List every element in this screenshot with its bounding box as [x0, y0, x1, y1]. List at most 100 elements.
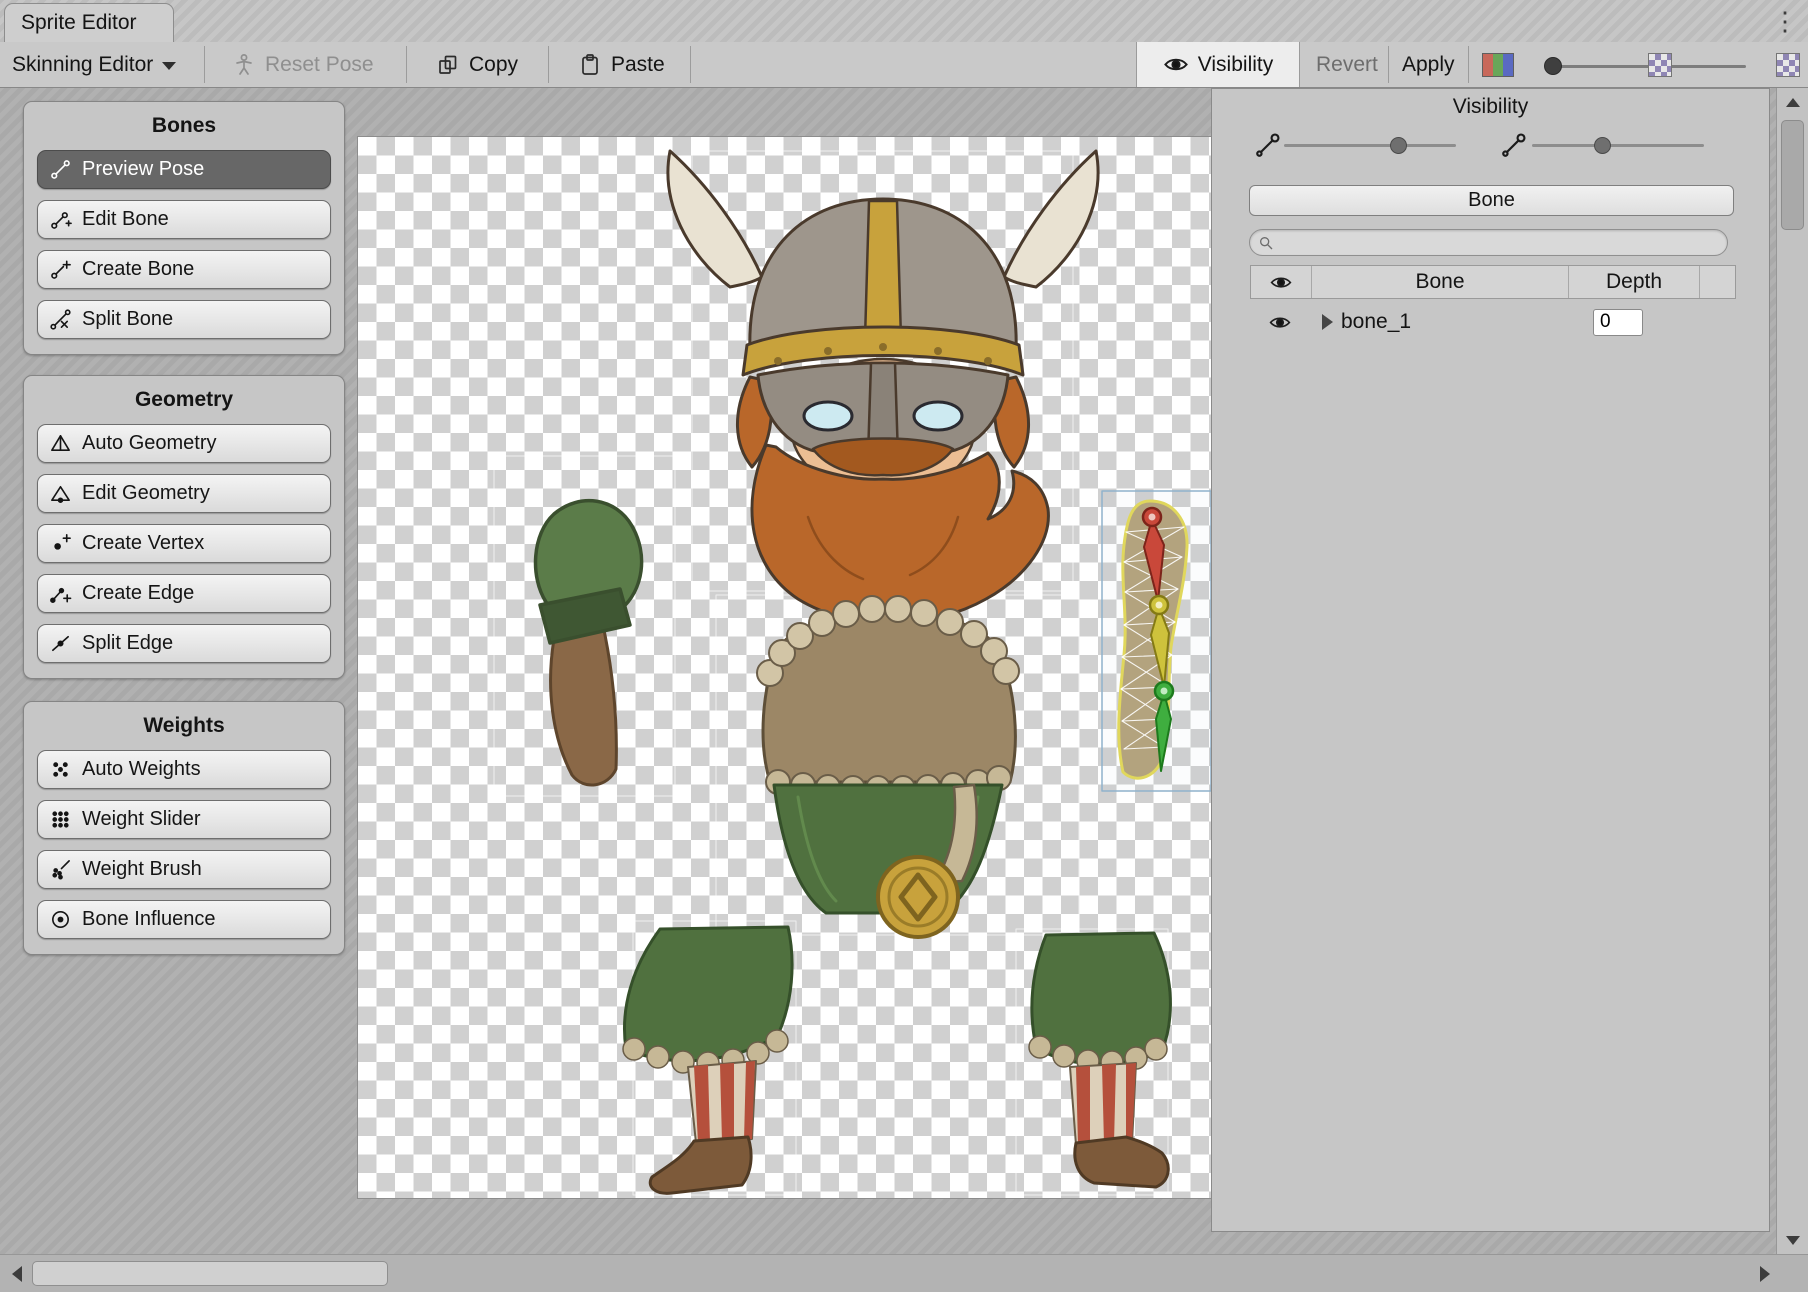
mesh-opacity-slider-knob[interactable] — [1594, 137, 1611, 154]
bone-tab-button[interactable]: Bone — [1249, 185, 1734, 216]
tool-label: Split Bone — [82, 308, 173, 331]
editor-mode-label: Skinning Editor — [12, 53, 153, 77]
preview-pose-icon — [49, 158, 72, 181]
bone-influence-button[interactable]: Bone Influence — [37, 900, 331, 939]
tool-label: Edit Geometry — [82, 482, 210, 505]
horizontal-scrollbar[interactable] — [0, 1254, 1808, 1292]
mesh-opacity-slider-track[interactable] — [1532, 144, 1704, 147]
visibility-toggle-button[interactable]: Visibility — [1136, 42, 1300, 87]
viking-left-leg-sprite[interactable] — [623, 927, 792, 1193]
expand-triangle-icon[interactable] — [1322, 314, 1333, 330]
mannequin-icon — [232, 53, 256, 77]
alpha-checker-icon[interactable] — [1648, 53, 1672, 77]
scroll-up-button[interactable] — [1777, 88, 1808, 116]
editor-mode-dropdown[interactable]: Skinning Editor — [12, 42, 176, 87]
bone-opacity-slider-knob[interactable] — [1390, 137, 1407, 154]
create-edge-button[interactable]: Create Edge — [37, 574, 331, 613]
arrow-down-icon — [1786, 1236, 1800, 1245]
tool-label: Weight Brush — [82, 858, 202, 881]
create-bone-button[interactable]: Create Bone — [37, 250, 331, 289]
bone-search-input[interactable] — [1249, 229, 1728, 256]
viking-glove-sprite[interactable] — [536, 501, 642, 785]
preview-pose-button[interactable]: Preview Pose — [37, 150, 331, 189]
viking-right-leg-sprite[interactable] — [1029, 933, 1170, 1187]
arrow-right-icon — [1760, 1266, 1770, 1282]
header-spacer — [1699, 266, 1735, 298]
reset-pose-button[interactable]: Reset Pose — [232, 42, 374, 87]
visibility-column-header — [1251, 266, 1311, 298]
tool-label: Create Edge — [82, 582, 194, 605]
toolbar: Skinning Editor Reset Pose Copy Paste Vi… — [0, 42, 1808, 88]
revert-label: Revert — [1316, 53, 1378, 77]
auto-geometry-button[interactable]: Auto Geometry — [37, 424, 331, 463]
eye-icon — [1163, 56, 1189, 73]
reset-pose-label: Reset Pose — [265, 53, 374, 77]
viking-head-sprite[interactable] — [668, 151, 1098, 623]
eye-icon — [1269, 275, 1293, 290]
create-vertex-button[interactable]: Create Vertex — [37, 524, 331, 563]
scroll-left-button[interactable] — [2, 1255, 32, 1292]
auto-weights-button[interactable]: Auto Weights — [37, 750, 331, 789]
toolbar-divider — [1468, 46, 1469, 83]
mesh-opacity-icon — [1500, 131, 1528, 159]
scroll-down-button[interactable] — [1777, 1226, 1808, 1254]
group-title-weights: Weights — [37, 714, 331, 738]
weight-slider-button[interactable]: Weight Slider — [37, 800, 331, 839]
opacity-slider-knob[interactable] — [1544, 57, 1562, 75]
toolbar-divider — [690, 46, 691, 83]
copy-button[interactable]: Copy — [436, 42, 518, 87]
horizontal-scroll-thumb[interactable] — [32, 1261, 388, 1286]
paste-label: Paste — [611, 53, 665, 77]
bone-table-header: Bone Depth — [1250, 265, 1736, 299]
edit-geometry-icon — [49, 482, 72, 505]
tool-label: Preview Pose — [82, 158, 204, 181]
bone-visibility-eye-icon[interactable] — [1268, 315, 1292, 330]
bone-column-header: Bone — [1311, 266, 1568, 298]
arrow-left-icon — [12, 1266, 22, 1282]
bone-influence-icon — [49, 908, 72, 931]
paste-icon — [578, 53, 602, 77]
chevron-down-icon — [162, 62, 176, 70]
tool-label: Auto Geometry — [82, 432, 217, 455]
revert-button[interactable]: Revert — [1316, 42, 1378, 87]
scroll-right-button[interactable] — [1750, 1255, 1780, 1292]
vertical-scrollbar[interactable] — [1776, 88, 1808, 1254]
depth-column-header: Depth — [1568, 266, 1699, 298]
viking-arm-sprite[interactable] — [1102, 491, 1211, 791]
bone-opacity-slider-track[interactable] — [1284, 144, 1456, 147]
vertical-scroll-thumb[interactable] — [1781, 120, 1804, 230]
weights-tool-group: Weights Auto Weights Weight Slider Weigh… — [23, 701, 345, 955]
tool-label: Create Bone — [82, 258, 194, 281]
arrow-up-icon — [1786, 98, 1800, 107]
copy-icon — [436, 53, 460, 77]
visibility-panel: Visibility Bone Bone Depth bone_1 — [1211, 88, 1770, 1232]
auto-geometry-icon — [49, 432, 72, 455]
paste-button[interactable]: Paste — [578, 42, 665, 87]
split-bone-button[interactable]: Split Bone — [37, 300, 331, 339]
tab-title: Sprite Editor — [21, 11, 137, 35]
tool-label: Split Edge — [82, 632, 173, 655]
bone-row[interactable]: bone_1 — [1250, 303, 1736, 341]
edit-geometry-button[interactable]: Edit Geometry — [37, 474, 331, 513]
split-edge-button[interactable]: Split Edge — [37, 624, 331, 663]
apply-label: Apply — [1402, 53, 1455, 77]
toolbar-divider — [406, 46, 407, 83]
search-icon — [1258, 235, 1274, 251]
edit-bone-button[interactable]: Edit Bone — [37, 200, 331, 239]
auto-weights-icon — [49, 758, 72, 781]
sprite-canvas[interactable] — [357, 136, 1213, 1199]
viking-torso-sprite[interactable] — [757, 596, 1019, 937]
sprite-editor-tab[interactable]: Sprite Editor — [4, 3, 174, 42]
bones-tool-group: Bones Preview Pose Edit Bone Create Bone… — [23, 101, 345, 355]
edit-bone-icon — [49, 208, 72, 231]
window-menu-icon[interactable]: ⋮ — [1772, 4, 1798, 38]
bone-depth-input[interactable] — [1593, 309, 1643, 336]
apply-button[interactable]: Apply — [1402, 42, 1455, 87]
visibility-label: Visibility — [1198, 53, 1273, 77]
alpha-checker-icon[interactable] — [1776, 53, 1800, 77]
copy-label: Copy — [469, 53, 518, 77]
bone-name: bone_1 — [1341, 310, 1411, 334]
tool-label: Bone Influence — [82, 908, 215, 931]
weight-brush-button[interactable]: Weight Brush — [37, 850, 331, 889]
texture-color-icon[interactable] — [1482, 53, 1514, 77]
